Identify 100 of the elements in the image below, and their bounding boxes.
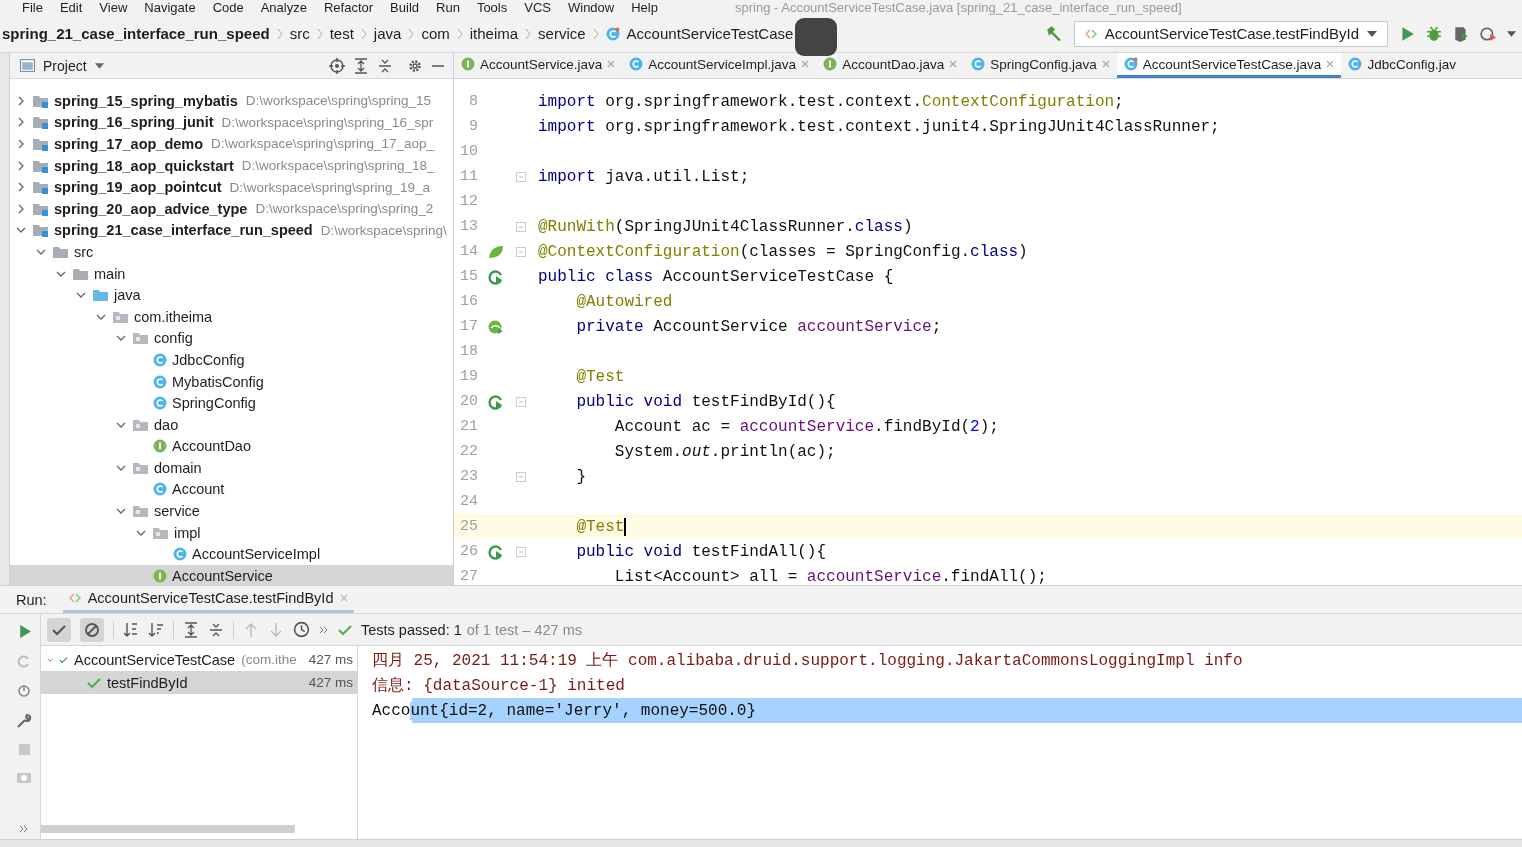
coverage-icon[interactable]: [1453, 25, 1469, 42]
tree-item[interactable]: spring_21_case_interface_run_speed D:\workspace\spring\: [10, 219, 453, 242]
line-number: 25: [459, 518, 478, 535]
leaf-icon[interactable]: [488, 243, 504, 260]
fold-marker-icon[interactable]: [516, 396, 526, 407]
panel-title[interactable]: Project: [43, 57, 87, 74]
menu-item[interactable]: Window: [567, 0, 615, 15]
test-tree-item[interactable]: AccountServiceTestCase (com.ithe 427 ms: [41, 648, 357, 671]
chevron-right-icon[interactable]: [16, 203, 26, 214]
tree-item[interactable]: JdbcConfig: [10, 349, 453, 371]
menu-item[interactable]: Analyze: [260, 0, 307, 15]
tree-item[interactable]: AccountDao: [10, 435, 453, 458]
fold-marker-icon[interactable]: [516, 171, 526, 182]
sort-duration-icon[interactable]: [148, 621, 164, 638]
menu-item[interactable]: Help: [631, 0, 658, 15]
chevron-right-icon[interactable]: [16, 95, 26, 106]
tree-item[interactable]: java: [10, 284, 453, 306]
wrench-icon[interactable]: [16, 713, 32, 729]
chevron-right-icon[interactable]: [16, 182, 26, 193]
run-test-icon[interactable]: [488, 268, 504, 285]
editor-tab[interactable]: AccountService.java: [454, 53, 623, 78]
more-icon[interactable]: [319, 625, 329, 634]
tree-item[interactable]: MybatisConfig: [10, 370, 453, 393]
tree-item[interactable]: spring_18_aop_quickstart D:\workspace\spring\spring_18_: [10, 154, 453, 177]
collapse-all-icon[interactable]: [208, 621, 224, 638]
menu-item[interactable]: Refactor: [323, 0, 374, 15]
menu-item[interactable]: Edit: [59, 0, 83, 15]
test-tree-item[interactable]: testFindById 427 ms: [41, 671, 357, 694]
tree-item[interactable]: spring_19_aop_pointcut D:\workspace\spring\spring_19_a: [10, 176, 453, 198]
tree-item[interactable]: AccountServiceImpl: [10, 543, 453, 566]
breadcrumb[interactable]: test: [329, 25, 354, 42]
more-icon[interactable]: [19, 825, 29, 833]
breadcrumb[interactable]: com: [421, 25, 450, 42]
expand-all-icon[interactable]: [353, 57, 369, 74]
tree-item[interactable]: impl: [10, 521, 453, 544]
breadcrumb[interactable]: service: [538, 25, 586, 42]
tree-item[interactable]: AccountService: [10, 565, 453, 585]
tree-item[interactable]: src: [10, 241, 453, 263]
chevron-right-icon[interactable]: [16, 117, 26, 128]
breadcrumb[interactable]: src: [289, 25, 310, 42]
code-token: List<Account> all =: [613, 567, 799, 585]
profile-icon[interactable]: [1480, 25, 1496, 42]
run-configuration-dropdown[interactable]: AccountServiceTestCase.testFindById: [1073, 20, 1388, 47]
run-test-icon[interactable]: [488, 543, 504, 560]
tree-item[interactable]: service: [10, 500, 453, 522]
fold-marker-icon[interactable]: [516, 246, 526, 257]
tree-item[interactable]: SpringConfig: [10, 392, 453, 414]
tree-item[interactable]: com.itheima: [10, 305, 453, 328]
menu-item[interactable]: Code: [212, 0, 244, 15]
menu-item[interactable]: File: [22, 0, 43, 15]
check-toggle-icon[interactable]: [47, 617, 71, 642]
tree-item[interactable]: spring_20_aop_advice_type D:\workspace\spring\spring_2: [10, 197, 453, 220]
fold-marker-icon[interactable]: [516, 471, 526, 482]
expand-all-icon[interactable]: [183, 621, 199, 638]
editor-tab[interactable]: AccountServiceTestCase.java: [1116, 53, 1342, 78]
breadcrumb[interactable]: AccountServiceTestCase: [626, 25, 794, 42]
menu-item[interactable]: Run: [436, 0, 460, 15]
tree-item[interactable]: spring_16_spring_junit D:\workspace\spring\spring_16_spr: [10, 111, 453, 134]
run-icon[interactable]: [1399, 25, 1415, 42]
editor-tab[interactable]: JdbcConfig.jav: [1341, 53, 1463, 78]
editor-tab[interactable]: AccountServiceImpl.java: [622, 53, 817, 78]
ignored-toggle-icon[interactable]: [80, 617, 104, 642]
menu-item[interactable]: View: [99, 0, 128, 15]
run-tab[interactable]: AccountServiceTestCase.testFindById: [62, 586, 355, 613]
collapse-all-icon[interactable]: [377, 57, 393, 74]
menu-item[interactable]: Build: [390, 0, 419, 15]
tree-item[interactable]: spring_15_spring_mybatis D:\workspace\spring\spring_15: [10, 90, 453, 112]
run-test-icon[interactable]: [488, 393, 504, 410]
scrollbar[interactable]: [41, 825, 295, 833]
fold-marker-icon[interactable]: [516, 546, 526, 557]
menu-item[interactable]: VCS: [524, 0, 551, 15]
breadcrumb[interactable]: spring_21_case_interface_run_speed: [2, 25, 270, 42]
debug-icon[interactable]: [1426, 25, 1442, 42]
menu-item[interactable]: Navigate: [144, 0, 196, 15]
clock-icon[interactable]: [293, 621, 310, 638]
chevron-right-icon[interactable]: [16, 160, 26, 171]
tree-item[interactable]: spring_17_aop_demo D:\workspace\spring\spring_17_aop_: [10, 133, 453, 155]
tree-item[interactable]: config: [10, 327, 453, 350]
breadcrumb[interactable]: itheima: [469, 25, 519, 42]
module-folder-icon: [33, 93, 49, 108]
editor-tab[interactable]: SpringConfig.java: [964, 53, 1117, 78]
editor-tab[interactable]: AccountDao.java: [816, 53, 965, 78]
hammer-icon[interactable]: [1044, 24, 1063, 43]
module-folder-icon: [33, 201, 49, 216]
tree-item[interactable]: dao: [10, 413, 453, 436]
settings-icon[interactable]: [407, 57, 423, 74]
line-number: 22: [459, 443, 478, 460]
chevron-right-icon[interactable]: [16, 139, 26, 149]
sort-alpha-icon[interactable]: [123, 621, 139, 638]
breadcrumb[interactable]: java: [373, 25, 402, 42]
target-icon[interactable]: [329, 57, 345, 74]
tree-item[interactable]: domain: [10, 457, 453, 479]
menu-item[interactable]: Tools: [476, 0, 508, 15]
caret-icon[interactable]: [94, 62, 104, 69]
caret-icon[interactable]: [1507, 30, 1516, 37]
toggle-icon[interactable]: [16, 683, 32, 699]
tree-item[interactable]: Account: [10, 478, 453, 501]
bean-icon[interactable]: [488, 318, 504, 335]
fold-marker-icon[interactable]: [516, 221, 526, 232]
tree-item[interactable]: main: [10, 262, 453, 285]
